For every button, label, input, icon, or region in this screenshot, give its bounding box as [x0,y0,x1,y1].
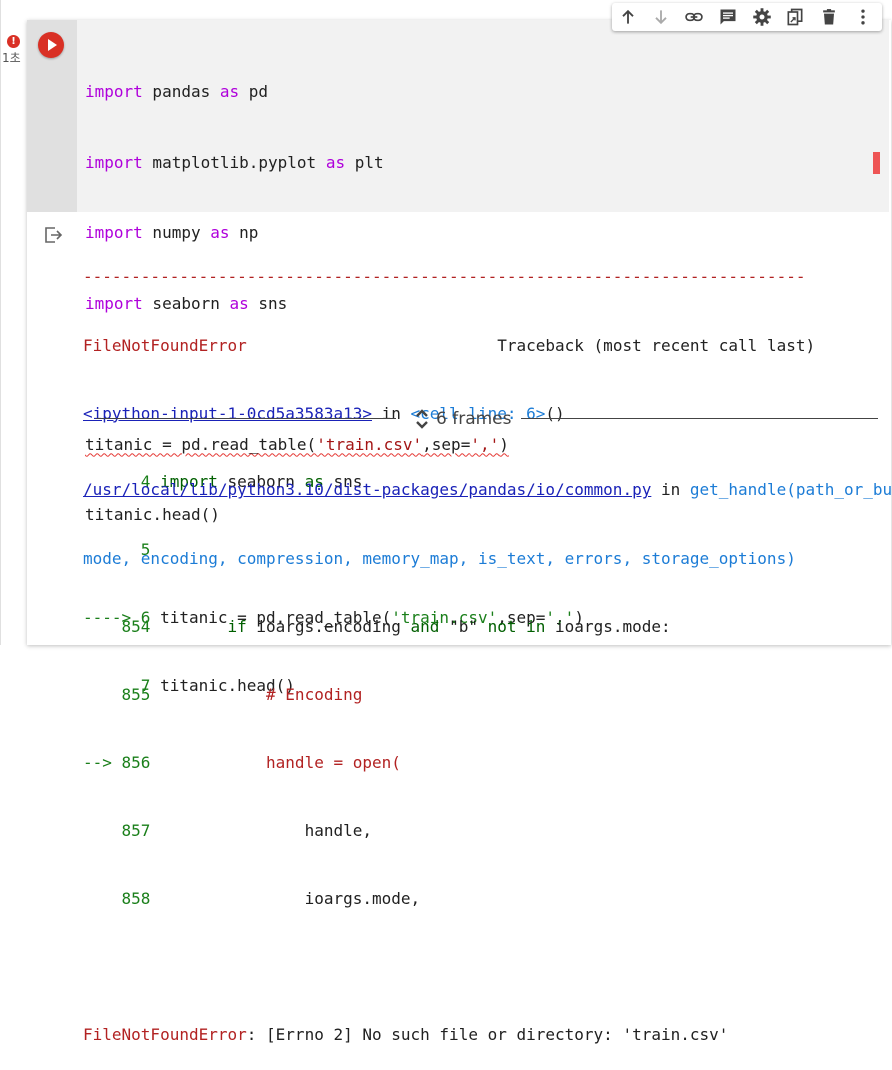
frames-divider-left [96,418,396,419]
mirror-cell-icon[interactable] [783,5,807,29]
unfold-icon [416,409,428,429]
frame-line-858: 858 ioargs.mode, [121,888,421,908]
error-status-badge: ! [7,35,20,48]
code-line-1: import pandas as pd [85,82,269,101]
frames-collapse-row[interactable]: 6 frames [96,406,878,432]
output-icon [44,226,64,248]
traceback-header: FileNotFoundError Traceback (most recent… [83,335,816,355]
frame-line-857: 857 handle, [121,820,372,840]
arrow-up-icon[interactable] [616,5,640,29]
trash-icon[interactable] [817,5,841,29]
gear-icon[interactable] [750,5,774,29]
left-border [0,0,1,645]
cell-toolbar [612,3,882,31]
frames-toggle[interactable]: 6 frames [414,406,512,432]
frame-line-854: 854 if ioargs.encoding and "b" not in io… [121,616,671,636]
frame-line-856: --> 856 handle = open( [83,752,401,772]
link-icon[interactable] [682,5,706,29]
traceback-dashes: ----------------------------------------… [83,267,806,287]
frame-line-855: 855 # Encoding [121,684,363,704]
arrow-down-icon[interactable] [649,5,673,29]
run-cell-button[interactable] [38,32,64,58]
frame-location-cont: mode, encoding, compression, memory_map,… [83,548,796,568]
error-scroll-marker [873,152,880,174]
frames-divider-right [521,418,878,419]
frames-label: 6 frames [436,409,512,429]
common-py-link[interactable]: /usr/local/lib/python3.10/dist-packages/… [83,480,651,499]
comment-icon[interactable] [716,5,740,29]
traceback-frame-output: /usr/local/lib/python3.10/dist-packages/… [83,434,892,1070]
frame-location: /usr/local/lib/python3.10/dist-packages/… [83,480,892,500]
execution-time: 1초 [2,51,21,65]
final-error-message: FileNotFoundError: [Errno 2] No such fil… [83,1025,729,1045]
more-vert-icon[interactable] [851,5,875,29]
code-line-2: import matplotlib.pyplot as plt [85,152,384,172]
